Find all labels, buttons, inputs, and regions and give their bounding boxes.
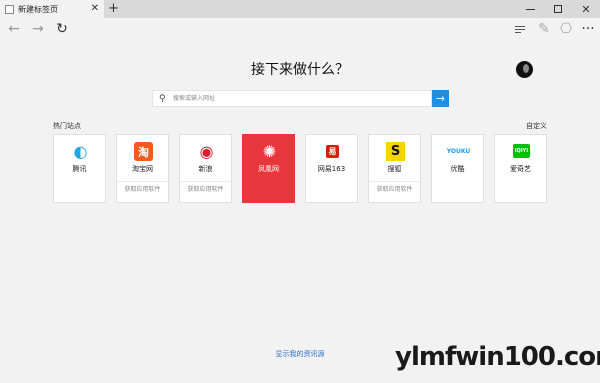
tab-title: 新建标签页 xyxy=(18,4,58,14)
tab-new-tab[interactable]: 新建标签页 ✕ xyxy=(0,0,104,18)
tile-sina[interactable]: ◉ 新浪 获取应用软件 xyxy=(179,134,232,203)
tile-label: 新浪 xyxy=(198,165,213,173)
tile-icon-glyph: S xyxy=(390,144,401,159)
share-button[interactable]: ⎔ xyxy=(556,20,576,38)
hub-button[interactable] xyxy=(510,20,530,38)
youku-icon: YOUKU xyxy=(445,142,472,161)
tile-sohu[interactable]: S 搜狐 获取应用软件 xyxy=(368,134,421,203)
show-news-feed-link[interactable]: 显示我的资讯源 xyxy=(200,349,400,359)
tile-icon-glyph: YOUKU xyxy=(446,148,471,155)
tile-tencent[interactable]: ◐ 腾讯 xyxy=(53,134,106,203)
more-button[interactable]: ··· xyxy=(578,20,598,38)
tile-netease[interactable]: 易 网易163 xyxy=(305,134,358,203)
minimize-button[interactable] xyxy=(516,0,544,18)
tile-label: 淘宝网 xyxy=(132,165,153,173)
tile-icon-glyph: iQIYI xyxy=(514,148,529,154)
back-button[interactable]: ← xyxy=(4,20,24,38)
maximize-button[interactable] xyxy=(544,0,572,18)
minimize-icon xyxy=(525,8,535,10)
phoenix-icon: ✺ xyxy=(260,142,279,161)
top-sites-label: 热门站点 xyxy=(53,122,81,130)
close-icon: ✕ xyxy=(581,2,591,16)
sohu-icon: S xyxy=(386,142,405,161)
tile-label: 腾讯 xyxy=(72,165,87,173)
tile-label: 搜狐 xyxy=(387,165,402,173)
refresh-button[interactable]: ↻ xyxy=(52,20,72,38)
toolbar: ← → ↻ ✎ ⎔ ··· xyxy=(0,18,600,40)
get-app-link[interactable]: 获取应用软件 xyxy=(369,181,420,194)
tencent-icon: ◐ xyxy=(71,142,90,161)
weibo-icon: ◉ xyxy=(197,142,216,161)
watermark: ylmfwin100.com xyxy=(395,342,600,372)
iqiyi-icon: iQIYI xyxy=(513,144,530,158)
page-favicon-icon xyxy=(5,4,14,14)
web-note-button[interactable]: ✎ xyxy=(534,20,554,38)
close-window-button[interactable]: ✕ xyxy=(572,0,600,18)
tile-label: 优酷 xyxy=(450,165,465,173)
tile-taobao[interactable]: 淘 淘宝网 获取应用软件 xyxy=(116,134,169,203)
avatar[interactable] xyxy=(516,61,533,78)
maximize-icon xyxy=(554,5,562,13)
search-box: ⚲ xyxy=(152,90,432,107)
customize-link[interactable]: 自定义 xyxy=(526,121,547,131)
tile-label: 爱奇艺 xyxy=(510,165,531,173)
tile-iqiyi[interactable]: iQIYI 爱奇艺 xyxy=(494,134,547,203)
tile-youku[interactable]: YOUKU 优酷 xyxy=(431,134,484,203)
tab-close-icon[interactable]: ✕ xyxy=(91,4,99,14)
forward-button[interactable]: → xyxy=(28,20,48,38)
tile-icon-glyph: ◉ xyxy=(199,142,214,161)
search-icon: ⚲ xyxy=(159,93,166,104)
tile-label: 凤凰网 xyxy=(258,165,279,173)
get-app-link[interactable]: 获取应用软件 xyxy=(117,181,168,194)
tile-icon-glyph: ◐ xyxy=(73,142,88,161)
search-go-button[interactable]: → xyxy=(432,90,449,107)
get-app-link[interactable]: 获取应用软件 xyxy=(180,181,231,194)
search-input[interactable] xyxy=(173,91,431,106)
tile-icon-glyph: ✺ xyxy=(262,142,277,161)
page-heading: 接下来做什么？ xyxy=(251,62,349,78)
tab-bar: 新建标签页 ✕ + ✕ xyxy=(0,0,600,18)
new-tab-button[interactable]: + xyxy=(108,1,119,17)
tile-icon-glyph: 淘 xyxy=(138,145,149,159)
hub-icon xyxy=(515,24,525,35)
taobao-icon: 淘 xyxy=(134,142,153,161)
tile-ifeng[interactable]: ✺ 凤凰网 xyxy=(242,134,295,203)
tile-label: 网易163 xyxy=(317,165,346,173)
tile-icon-glyph: 易 xyxy=(328,147,337,156)
netease-icon: 易 xyxy=(326,145,339,158)
